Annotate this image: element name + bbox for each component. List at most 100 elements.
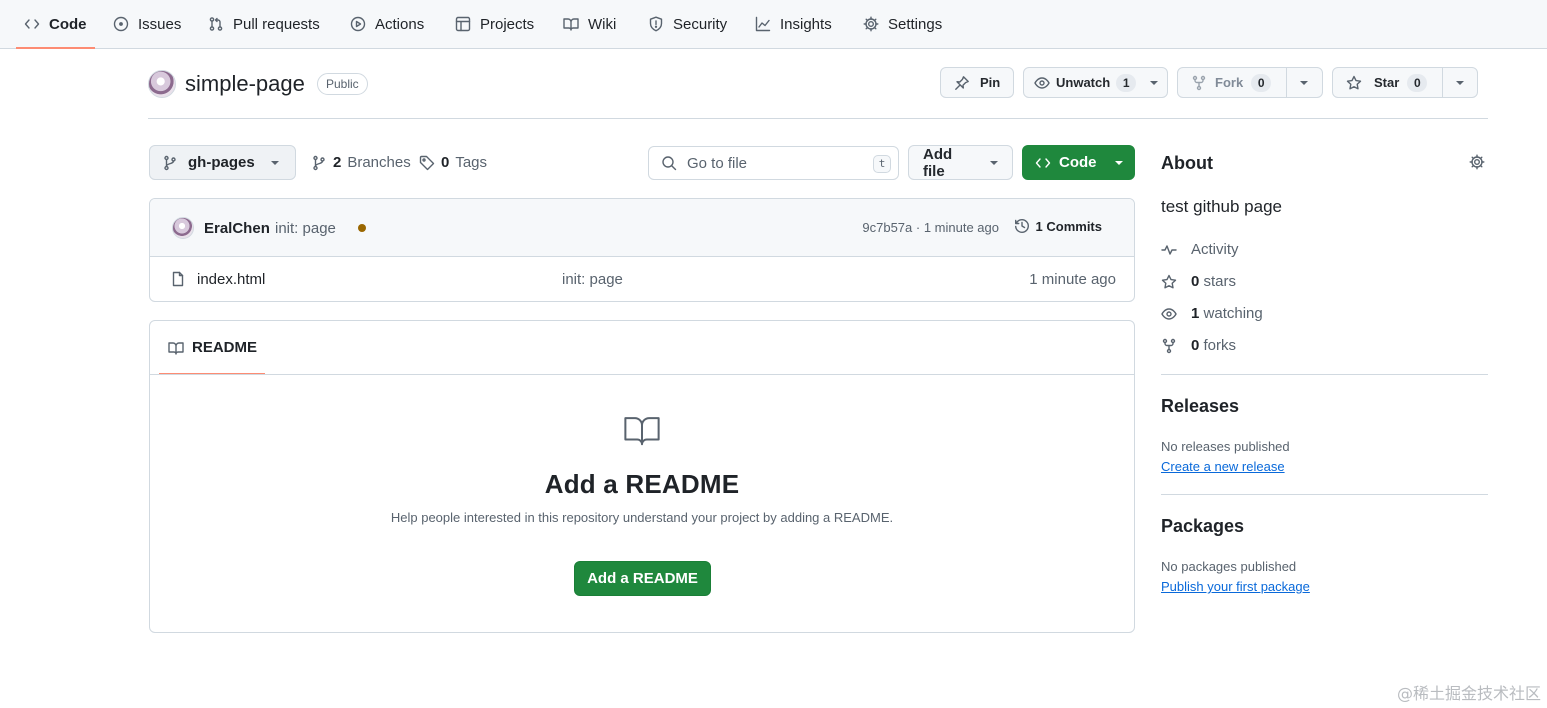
- shield-icon: [648, 16, 664, 32]
- chevron-down-icon: [1300, 80, 1308, 85]
- eye-icon: [1034, 75, 1050, 91]
- releases-heading[interactable]: Releases: [1161, 396, 1239, 417]
- go-to-file-placeholder: Go to file: [687, 154, 748, 172]
- create-release-link[interactable]: Create a new release: [1161, 459, 1285, 474]
- add-file-button[interactable]: Add file: [908, 145, 1013, 180]
- tab-wiki[interactable]: Wiki: [563, 0, 616, 48]
- readme-panel: README Add a README Help people interest…: [149, 320, 1135, 633]
- eye-icon: [1161, 306, 1177, 322]
- tab-projects[interactable]: Projects: [455, 0, 534, 48]
- tab-actions[interactable]: Actions: [350, 0, 424, 48]
- tab-pull-requests[interactable]: Pull requests: [208, 0, 320, 48]
- tags-link[interactable]: 0 Tags: [419, 145, 487, 180]
- fork-icon: [1161, 338, 1177, 354]
- packages-empty-text: No packages published: [1161, 559, 1297, 574]
- watermark: @稀土掘金技术社区: [1396, 684, 1541, 703]
- tab-wiki-label: Wiki: [588, 15, 617, 33]
- commits-label: 1 Commits: [1035, 218, 1102, 234]
- chevron-down-icon: [990, 160, 998, 165]
- readme-empty-title: Add a README: [544, 469, 740, 499]
- book-icon: [168, 340, 184, 356]
- commit-status-dot[interactable]: [358, 224, 366, 232]
- file-commit-message[interactable]: init: page: [562, 271, 623, 288]
- watch-dropdown[interactable]: [1144, 68, 1164, 97]
- fork-icon: [1191, 75, 1207, 91]
- stars-link[interactable]: 0 stars: [1161, 273, 1236, 290]
- packages-heading[interactable]: Packages: [1161, 516, 1244, 537]
- visibility-badge: Public: [317, 73, 368, 95]
- graph-icon: [755, 16, 771, 32]
- latest-commit-row: EralChen init: page 9c7b57a · 1 minute a…: [150, 199, 1134, 257]
- tab-insights[interactable]: Insights: [755, 0, 832, 48]
- forks-link[interactable]: 0 forks: [1161, 337, 1236, 354]
- sidebar-divider: [1161, 374, 1488, 375]
- tab-issues-label: Issues: [138, 15, 182, 33]
- book-icon: [563, 16, 579, 32]
- branch-selector[interactable]: gh-pages: [149, 145, 296, 180]
- repo-name[interactable]: simple-page: [185, 70, 305, 98]
- forks-label: forks: [1203, 337, 1237, 354]
- watch-label: Unwatch: [1056, 75, 1111, 90]
- about-description: test github page: [1161, 197, 1282, 216]
- star-dropdown[interactable]: [1442, 68, 1477, 97]
- star-count: 0: [1407, 73, 1428, 92]
- code-button[interactable]: Code: [1022, 145, 1135, 180]
- tab-issues[interactable]: Issues: [113, 0, 181, 48]
- tab-security-label: Security: [673, 15, 728, 33]
- tab-security[interactable]: Security: [648, 0, 727, 48]
- watching-count: 1: [1191, 305, 1200, 322]
- pin-button[interactable]: Pin: [940, 67, 1014, 98]
- star-button[interactable]: Star 0: [1332, 67, 1478, 98]
- publish-package-link[interactable]: Publish your first package: [1161, 579, 1310, 594]
- go-to-file-input[interactable]: Go to file t: [648, 146, 899, 180]
- file-commit-time: 1 minute ago: [1029, 271, 1116, 288]
- sidebar-divider: [1161, 494, 1488, 495]
- commit-sha-time[interactable]: 9c7b57a · 1 minute ago: [862, 220, 999, 235]
- chevron-down-icon: [1150, 80, 1159, 85]
- file-icon: [170, 271, 186, 287]
- tab-settings-label: Settings: [888, 15, 943, 33]
- git-branch-icon: [162, 155, 178, 171]
- tab-projects-label: Projects: [480, 15, 535, 33]
- gear-icon[interactable]: [1469, 154, 1485, 170]
- shortcut-key: t: [873, 155, 891, 173]
- tags-label: Tags: [455, 154, 488, 171]
- repo-nav: Code Issues Pull requests Actions Projec…: [0, 0, 1547, 49]
- repo-owner-avatar[interactable]: [148, 70, 176, 98]
- watching-link[interactable]: 1 watching: [1161, 305, 1263, 322]
- gear-icon: [863, 16, 879, 32]
- issue-icon: [113, 16, 129, 32]
- activity-label: Activity: [1191, 241, 1239, 258]
- file-name[interactable]: index.html: [197, 271, 265, 288]
- readme-divider: [150, 374, 1134, 375]
- tab-code[interactable]: Code: [16, 0, 94, 49]
- tags-count: 0: [441, 154, 450, 171]
- tab-code-label: Code: [49, 15, 87, 33]
- tab-settings[interactable]: Settings: [863, 0, 942, 48]
- branches-link[interactable]: 2 Branches: [311, 145, 411, 180]
- table-row[interactable]: index.html init: page 1 minute ago: [150, 257, 1134, 301]
- activity-link[interactable]: Activity: [1161, 241, 1239, 258]
- chevron-down-icon: [1456, 80, 1464, 85]
- tab-readme[interactable]: README: [159, 321, 265, 375]
- branches-count: 2: [333, 154, 342, 171]
- commits-link[interactable]: 1 Commits: [1014, 218, 1102, 234]
- tab-insights-label: Insights: [780, 15, 832, 33]
- file-table: EralChen init: page 9c7b57a · 1 minute a…: [149, 198, 1135, 302]
- commit-author[interactable]: EralChen: [204, 220, 270, 237]
- watch-button[interactable]: Unwatch 1: [1023, 67, 1168, 98]
- add-readme-button[interactable]: Add a README: [574, 561, 711, 596]
- history-icon: [1014, 218, 1030, 234]
- avatar[interactable]: [172, 217, 194, 239]
- fork-dropdown[interactable]: [1286, 68, 1321, 97]
- book-icon: [623, 411, 661, 449]
- code-button-label: Code: [1059, 154, 1097, 171]
- readme-empty-description: Help people interested in this repositor…: [390, 510, 894, 525]
- pulse-icon: [1161, 242, 1177, 258]
- branch-name: gh-pages: [188, 154, 255, 171]
- chevron-down-icon: [1114, 160, 1123, 165]
- fork-button[interactable]: Fork 0: [1177, 67, 1323, 98]
- star-icon: [1346, 75, 1362, 91]
- git-branch-icon: [311, 155, 327, 171]
- commit-message[interactable]: init: page: [275, 220, 336, 237]
